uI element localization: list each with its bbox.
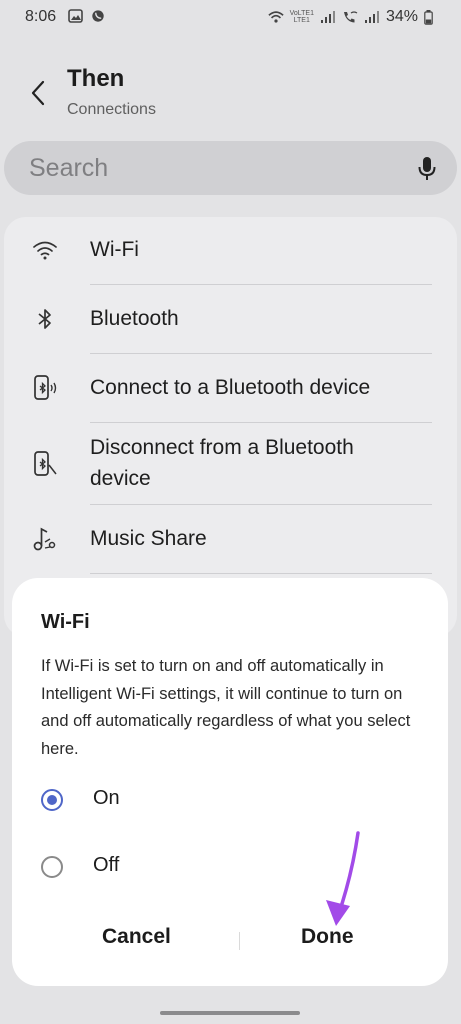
- action-list: Wi-Fi Bluetooth Connect to a Bluetooth d…: [4, 217, 457, 637]
- page-title: Then: [67, 65, 125, 92]
- option-label: On: [93, 787, 120, 809]
- option-label: Off: [93, 854, 120, 876]
- list-item-disconnect-bluetooth[interactable]: Disconnect from a Bluetooth device: [4, 433, 457, 495]
- search-placeholder: Search: [29, 154, 109, 182]
- option-on[interactable]: On: [41, 787, 120, 811]
- status-bar: 8:06 VoLTE1 LTE1 34%: [0, 0, 461, 34]
- battery-percent: 34%: [385, 8, 418, 25]
- cancel-button[interactable]: Cancel: [102, 925, 171, 949]
- signal-icon: [320, 11, 335, 23]
- button-divider: [239, 932, 240, 950]
- list-item-wifi[interactable]: Wi-Fi: [4, 235, 457, 265]
- bluetooth-icon: [32, 306, 58, 332]
- phone-bluetooth-off-icon: [32, 451, 58, 477]
- list-item-label: Connect to a Bluetooth device: [90, 376, 371, 399]
- radio-on[interactable]: [41, 789, 63, 811]
- wifi-dialog: Wi-Fi If Wi-Fi is set to turn on and off…: [12, 578, 448, 986]
- whatsapp-notification-icon: [92, 10, 104, 22]
- microphone-icon[interactable]: [417, 156, 437, 182]
- list-item-connect-bluetooth[interactable]: Connect to a Bluetooth device: [4, 373, 457, 403]
- status-time: 8:06: [25, 8, 57, 25]
- music-share-icon: [32, 526, 58, 552]
- wifi-icon: [32, 237, 58, 263]
- radio-off[interactable]: [41, 856, 63, 878]
- list-item-label: Wi-Fi: [90, 238, 139, 261]
- dialog-message: If Wi-Fi is set to turn on and off autom…: [41, 657, 411, 758]
- search-bar[interactable]: Search: [4, 141, 457, 195]
- network-lte-label: LTE1: [293, 17, 310, 24]
- navigation-handle[interactable]: [160, 1011, 300, 1015]
- annotation-arrow-icon: [326, 831, 360, 926]
- divider: [90, 422, 432, 423]
- divider: [90, 353, 432, 354]
- divider: [90, 504, 432, 505]
- signal-2-icon: [364, 11, 379, 23]
- phone-bluetooth-icon: [32, 375, 58, 401]
- wifi-calling-icon: [343, 11, 358, 23]
- back-button[interactable]: [25, 76, 51, 110]
- list-item-music-share[interactable]: Music Share: [4, 524, 457, 554]
- list-item-label: Disconnect from a Bluetooth: [90, 436, 354, 459]
- gallery-notification-icon: [68, 9, 83, 23]
- list-item-label: Bluetooth: [90, 307, 179, 330]
- list-item-bluetooth[interactable]: Bluetooth: [4, 304, 457, 334]
- chevron-left-icon: [31, 80, 45, 106]
- page-subtitle: Connections: [67, 101, 156, 118]
- option-off[interactable]: Off: [41, 854, 119, 878]
- dialog-title: Wi-Fi: [41, 611, 90, 633]
- network-type-label: VoLTE1: [289, 10, 314, 17]
- wifi-status-icon: [267, 11, 284, 23]
- battery-icon: [424, 9, 433, 25]
- divider: [90, 284, 432, 285]
- divider: [90, 573, 432, 574]
- list-item-label: Music Share: [90, 527, 207, 550]
- list-item-label: device: [90, 467, 151, 490]
